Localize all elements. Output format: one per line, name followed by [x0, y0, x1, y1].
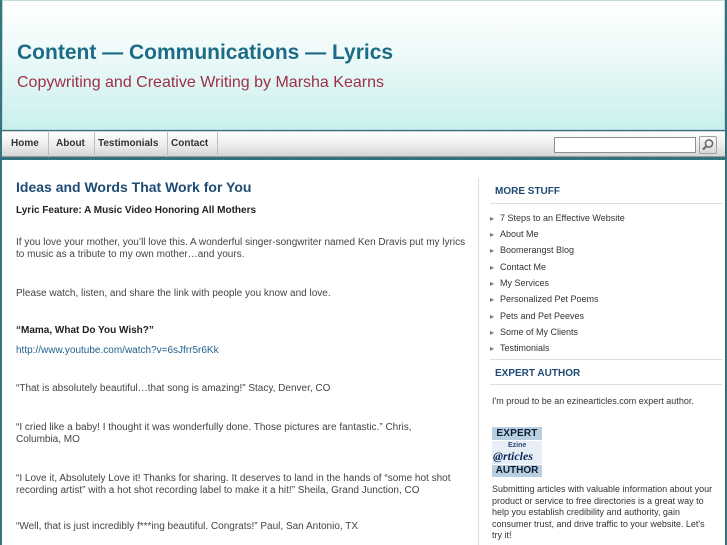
ezinearticles-badge[interactable]: EXPERT Ezine @rticles AUTHOR: [492, 427, 542, 477]
bullet-icon: ▸: [490, 214, 495, 223]
sidebar-link-label[interactable]: Pets and Pet Peeves: [500, 311, 584, 321]
search-input[interactable]: [554, 137, 696, 153]
sidebar-link-label[interactable]: 7 Steps to an Effective Website: [500, 213, 625, 223]
testimonial-quote: “Well, that is just incredibly f***ing b…: [16, 521, 359, 532]
expert-body: Submitting articles with valuable inform…: [492, 484, 713, 540]
sidebar-link[interactable]: ▸ Pets and Pet Peeves: [490, 309, 584, 323]
testimonial-quote: “That is absolutely beautiful…that song …: [16, 383, 331, 394]
site-title[interactable]: Content — Communications — Lyrics: [17, 41, 393, 65]
sidebar-rule: [490, 203, 722, 204]
page: Content — Communications — Lyrics Copywr…: [2, 0, 725, 545]
bullet-icon: ▸: [490, 312, 495, 321]
sidebar-link-label[interactable]: Contact Me: [500, 262, 546, 272]
badge-articles: @rticles: [493, 449, 533, 463]
post-paragraph: Please watch, listen, and share the link…: [16, 288, 331, 299]
search-icon: [702, 139, 714, 151]
badge-top: EXPERT: [492, 427, 542, 440]
sidebar: MORE STUFF ▸ 7 Steps to an Effective Webs…: [490, 160, 722, 545]
sidebar-link[interactable]: ▸ My Services: [490, 276, 549, 290]
sidebar-rule: [490, 384, 722, 385]
sidebar-link[interactable]: ▸ About Me: [490, 227, 539, 241]
song-title: “Mama, What Do You Wish?”: [16, 325, 154, 336]
nav-bar: Home About Testimonials Contact: [2, 131, 725, 157]
sidebar-link-label[interactable]: Some of My Clients: [500, 327, 578, 337]
bullet-icon: ▸: [490, 230, 495, 239]
nav-testimonials[interactable]: Testimonials: [89, 132, 169, 157]
sidebar-link[interactable]: ▸ Testimonials: [490, 341, 550, 355]
nav-contact[interactable]: Contact: [162, 132, 219, 157]
sidebar-link[interactable]: ▸ Some of My Clients: [490, 325, 578, 339]
sidebar-rule: [490, 359, 722, 360]
bullet-icon: ▸: [490, 344, 495, 353]
sidebar-link[interactable]: ▸ Boomerangst Blog: [490, 243, 574, 257]
badge-ezine: Ezine: [508, 442, 527, 449]
youtube-link[interactable]: http://www.youtube.com/watch?v=6sJfrr5r6…: [16, 345, 471, 357]
badge-bottom: AUTHOR: [492, 465, 542, 477]
bullet-icon: ▸: [490, 295, 495, 304]
sidebar-link-label[interactable]: My Services: [500, 278, 549, 288]
content-area: Ideas and Words That Work for You Lyric …: [2, 160, 725, 545]
bullet-icon: ▸: [490, 246, 495, 255]
nav-home[interactable]: Home: [2, 132, 49, 157]
search-button[interactable]: [699, 136, 717, 154]
bullet-icon: ▸: [490, 328, 495, 337]
column-divider: [478, 178, 479, 545]
sidebar-link[interactable]: ▸ 7 Steps to an Effective Website: [490, 211, 625, 225]
sidebar-link[interactable]: ▸ Contact Me: [490, 260, 546, 274]
sidebar-link-label[interactable]: Personalized Pet Poems: [500, 294, 599, 304]
nav-about[interactable]: About: [47, 132, 95, 157]
bullet-icon: ▸: [490, 279, 495, 288]
sidebar-link-label[interactable]: Testimonials: [500, 343, 550, 353]
testimonial-quote: “I cried like a baby! I thought it was w…: [16, 422, 412, 445]
expert-author-heading: EXPERT AUTHOR: [495, 368, 581, 379]
more-stuff-heading: MORE STUFF: [495, 186, 560, 197]
post-title[interactable]: Ideas and Words That Work for You: [16, 179, 251, 195]
expert-intro: I'm proud to be an ezinearticles.com exp…: [492, 396, 694, 406]
site-header: Content — Communications — Lyrics Copywr…: [2, 0, 725, 130]
post-paragraph: If you love your mother, you’ll love thi…: [16, 237, 466, 260]
sidebar-link-label[interactable]: About Me: [500, 229, 539, 239]
site-tagline: Copywriting and Creative Writing by Mars…: [17, 74, 384, 91]
post-subtitle: Lyric Feature: A Music Video Honoring Al…: [16, 205, 257, 216]
bullet-icon: ▸: [490, 263, 495, 272]
sidebar-link[interactable]: ▸ Personalized Pet Poems: [490, 292, 599, 306]
testimonial-quote: “I Love it, Absolutely Love it! Thanks f…: [16, 473, 451, 496]
main-column: Ideas and Words That Work for You Lyric …: [16, 160, 471, 545]
badge-mid: Ezine @rticles: [492, 441, 542, 464]
sidebar-link-label[interactable]: Boomerangst Blog: [500, 245, 574, 255]
